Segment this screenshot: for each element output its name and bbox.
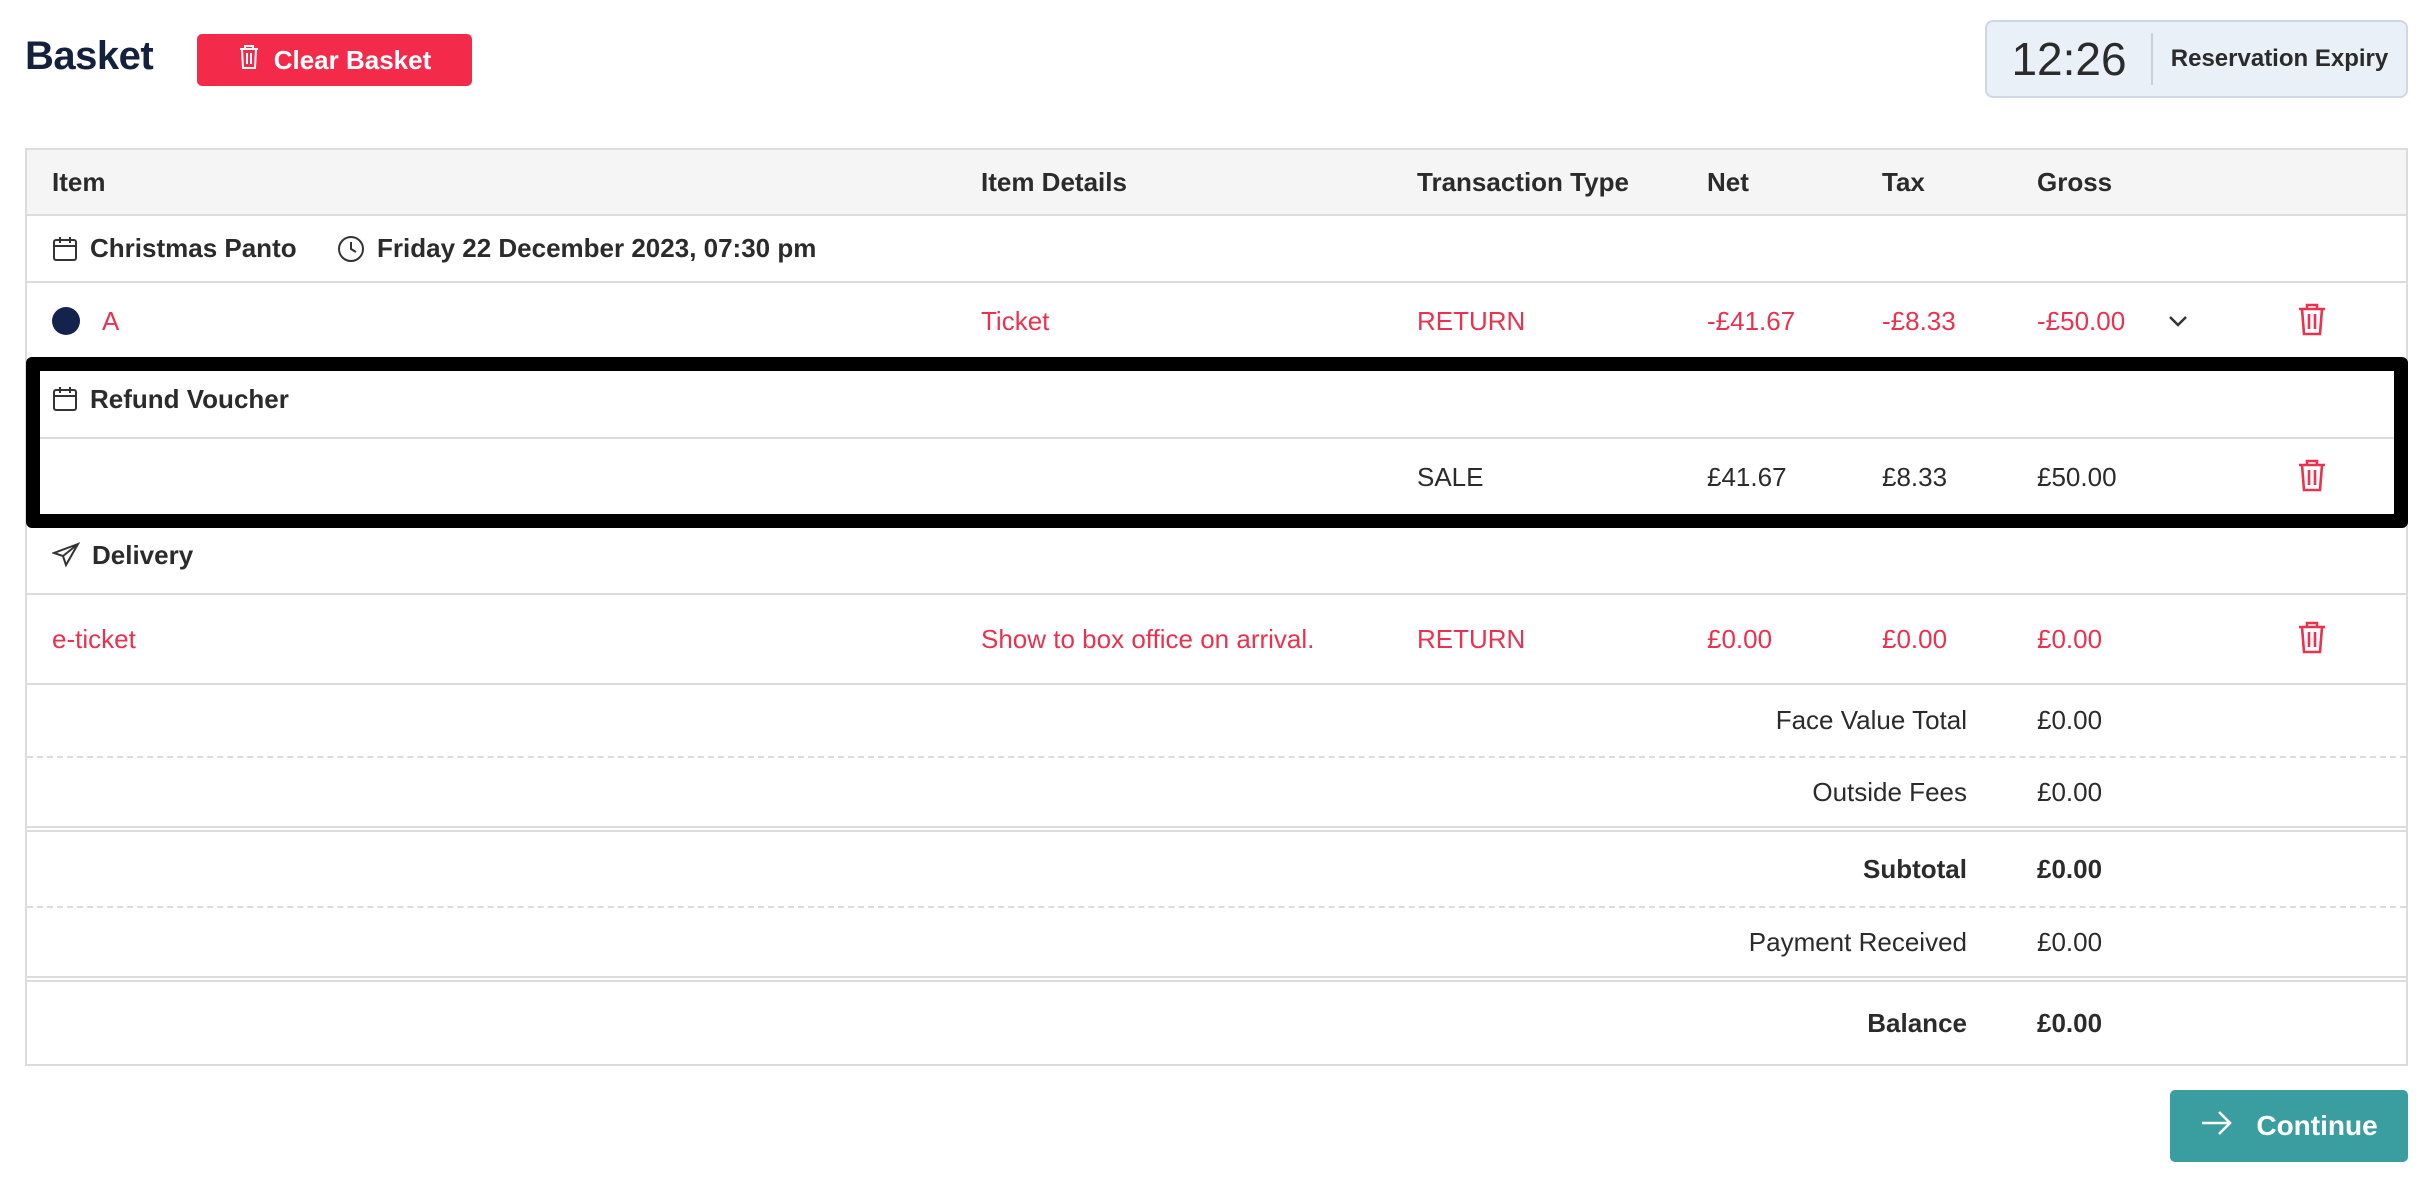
outside-fees-value: £0.00 xyxy=(2037,776,2103,807)
remove-delivery-button[interactable] xyxy=(2297,595,2327,683)
gross-value: £50.00 xyxy=(2037,461,2117,492)
trash-icon xyxy=(2297,620,2327,659)
payment-received-label: Payment Received xyxy=(1748,926,1967,957)
continue-button[interactable]: Continue xyxy=(2170,1090,2408,1162)
basket-header: Basket Clear Basket 12:26 Reservation Ex… xyxy=(0,0,2434,130)
column-header-item: Item xyxy=(52,166,106,197)
basket-table: Item Item Details Transaction Type Net T… xyxy=(25,148,2408,1066)
face-value-total: £0.00 xyxy=(2037,705,2103,735)
outside-fees-row: Outside Fees £0.00 xyxy=(27,758,2406,832)
event-name: Christmas Panto xyxy=(90,233,297,263)
trash-icon xyxy=(2297,458,2327,497)
trash-icon xyxy=(2297,302,2327,341)
column-header-net: Net xyxy=(1707,166,1749,197)
column-header-transaction-type: Transaction Type xyxy=(1417,166,1629,197)
voucher-name: Refund Voucher xyxy=(90,383,289,414)
item-details: Ticket xyxy=(981,305,1050,336)
tax-value: -£8.33 xyxy=(1882,305,1956,336)
clear-basket-button[interactable]: Clear Basket xyxy=(197,34,472,86)
table-row: e-ticket Show to box office on arrival. … xyxy=(27,595,2406,685)
column-header-tax: Tax xyxy=(1882,166,1925,197)
seat-marker-icon xyxy=(52,307,80,335)
calendar-icon xyxy=(52,236,78,262)
trash-icon xyxy=(238,44,260,77)
seat-label: A xyxy=(102,305,120,336)
tax-value: £0.00 xyxy=(1882,623,1948,654)
net-value: -£41.67 xyxy=(1707,305,1796,336)
event-group-row: Christmas Panto Friday 22 December 2023,… xyxy=(27,216,2406,283)
table-header: Item Item Details Transaction Type Net T… xyxy=(27,150,2406,216)
transaction-type: RETURN xyxy=(1417,623,1526,654)
continue-label: Continue xyxy=(2256,1110,2378,1141)
event-datetime: Friday 22 December 2023, 07:30 pm xyxy=(377,233,817,263)
payment-row: Payment Received £0.00 xyxy=(27,908,2406,982)
outside-fees-label: Outside Fees xyxy=(1812,776,1967,807)
net-value: £41.67 xyxy=(1707,461,1787,492)
chevron-down-icon[interactable] xyxy=(2167,283,2189,359)
page-title: Basket xyxy=(25,34,154,78)
column-header-gross: Gross xyxy=(2037,166,2113,197)
column-header-item-details: Item Details xyxy=(981,166,1127,197)
balance-value: £0.00 xyxy=(2037,1007,2103,1038)
remove-ticket-button[interactable] xyxy=(2297,283,2327,359)
calendar-icon xyxy=(52,386,78,412)
face-value-row: Face Value Total £0.00 xyxy=(27,685,2406,758)
gross-value: £0.00 xyxy=(2037,623,2103,654)
clock-icon xyxy=(337,235,365,263)
subtotal-label: Subtotal xyxy=(1863,853,1967,884)
tax-value: £8.33 xyxy=(1882,461,1948,492)
net-value: £0.00 xyxy=(1707,623,1773,654)
table-row: SALE £41.67 £8.33 £50.00 xyxy=(27,439,2406,517)
timer-label: Reservation Expiry xyxy=(2170,45,2389,72)
voucher-group-row: Refund Voucher xyxy=(27,361,2406,439)
item-details: Show to box office on arrival. xyxy=(981,623,1315,654)
remove-voucher-button[interactable] xyxy=(2297,439,2327,515)
face-value-label: Face Value Total xyxy=(1775,705,1967,735)
gross-value: -£50.00 xyxy=(2037,305,2126,336)
balance-label: Balance xyxy=(1867,1007,1967,1038)
clear-basket-label: Clear Basket xyxy=(273,44,432,75)
subtotal-value: £0.00 xyxy=(2037,853,2103,884)
balance-row: Balance £0.00 xyxy=(27,982,2406,1064)
timer-value: 12:26 xyxy=(2011,33,2127,85)
send-icon xyxy=(52,542,80,568)
transaction-type: SALE xyxy=(1417,461,1484,492)
reservation-timer: 12:26 Reservation Expiry xyxy=(1985,20,2408,98)
delivery-item: e-ticket xyxy=(52,623,136,654)
delivery-name: Delivery xyxy=(92,539,194,570)
payment-received-value: £0.00 xyxy=(2037,926,2103,957)
arrow-right-icon xyxy=(2200,1110,2234,1143)
subtotal-row: Subtotal £0.00 xyxy=(27,832,2406,908)
delivery-group-row: Delivery xyxy=(27,517,2406,595)
transaction-type: RETURN xyxy=(1417,305,1526,336)
table-row: A Ticket RETURN -£41.67 -£8.33 -£50.00 xyxy=(27,283,2406,361)
